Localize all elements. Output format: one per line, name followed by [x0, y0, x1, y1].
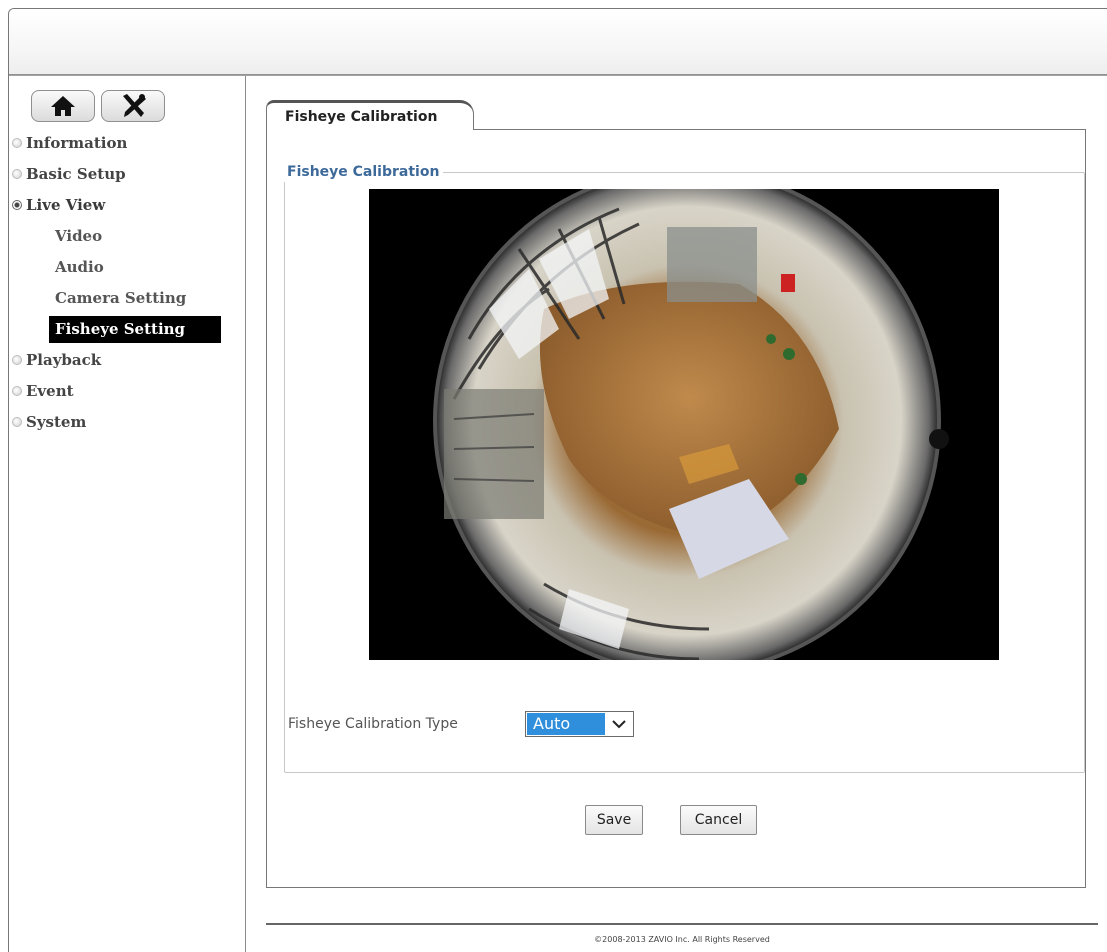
sidebar-subitem-label: Video — [55, 227, 103, 245]
bullet-icon — [12, 417, 22, 427]
sidebar-item-live-view[interactable]: Live View — [9, 190, 245, 221]
main-content: Fisheye Calibration Fisheye Calibration — [266, 100, 1086, 888]
sidebar-subitem-label: Camera Setting — [55, 289, 187, 307]
sidebar-item-label: Information — [26, 134, 128, 152]
sidebar-subitem-camera-setting[interactable]: Camera Setting — [9, 283, 245, 314]
bullet-icon — [12, 386, 22, 396]
section-legend: Fisheye Calibration — [283, 162, 444, 182]
sidebar-subitem-label: Audio — [55, 258, 104, 276]
sidebar-item-information[interactable]: Information — [9, 128, 245, 159]
sidebar-item-event[interactable]: Event — [9, 376, 245, 407]
bullet-icon — [12, 355, 22, 365]
sidebar-subitem-fisheye-setting[interactable]: Fisheye Setting — [9, 314, 245, 345]
home-button[interactable] — [31, 90, 95, 122]
footer-copyright: ©2008-2013 ZAVIO Inc. All Rights Reserve… — [594, 935, 770, 944]
sidebar-toolbar — [31, 90, 165, 122]
cancel-button[interactable]: Cancel — [680, 805, 757, 835]
chevron-down-icon — [605, 712, 633, 736]
home-icon — [51, 96, 75, 116]
header-bar — [9, 9, 1107, 74]
tab-panel: Fisheye Calibration Fisheye Calibration … — [266, 129, 1086, 888]
sidebar-subitem-audio[interactable]: Audio — [9, 252, 245, 283]
sidebar-item-basic-setup[interactable]: Basic Setup — [9, 159, 245, 190]
calibration-type-selected: Auto — [527, 713, 605, 735]
tools-icon — [123, 94, 146, 117]
save-button[interactable]: Save — [585, 805, 643, 835]
sidebar-item-system[interactable]: System — [9, 407, 245, 438]
tools-button[interactable] — [101, 90, 165, 122]
sidebar-nav: Information Basic Setup Live View Video … — [9, 128, 245, 438]
calibration-type-select[interactable]: Auto — [525, 711, 634, 737]
sidebar-item-label: Event — [26, 382, 74, 400]
fisheye-video-viewer[interactable] — [369, 189, 999, 660]
bullet-icon — [12, 138, 22, 148]
sidebar-item-label: System — [26, 413, 87, 431]
sidebar-item-label: Basic Setup — [26, 165, 126, 183]
calibration-type-label: Fisheye Calibration Type — [288, 716, 458, 732]
fisheye-image — [369, 189, 999, 660]
bullet-icon — [12, 169, 22, 179]
sidebar-item-label: Playback — [26, 351, 102, 369]
footer-divider — [266, 923, 1098, 925]
bullet-expanded-icon — [12, 200, 22, 210]
sidebar-subitem-label: Fisheye Setting — [49, 316, 221, 343]
sidebar-subitem-video[interactable]: Video — [9, 221, 245, 252]
sidebar: Information Basic Setup Live View Video … — [9, 76, 246, 952]
sidebar-item-label: Live View — [26, 196, 106, 214]
sidebar-item-playback[interactable]: Playback — [9, 345, 245, 376]
tab-fisheye-calibration[interactable]: Fisheye Calibration — [266, 100, 474, 130]
